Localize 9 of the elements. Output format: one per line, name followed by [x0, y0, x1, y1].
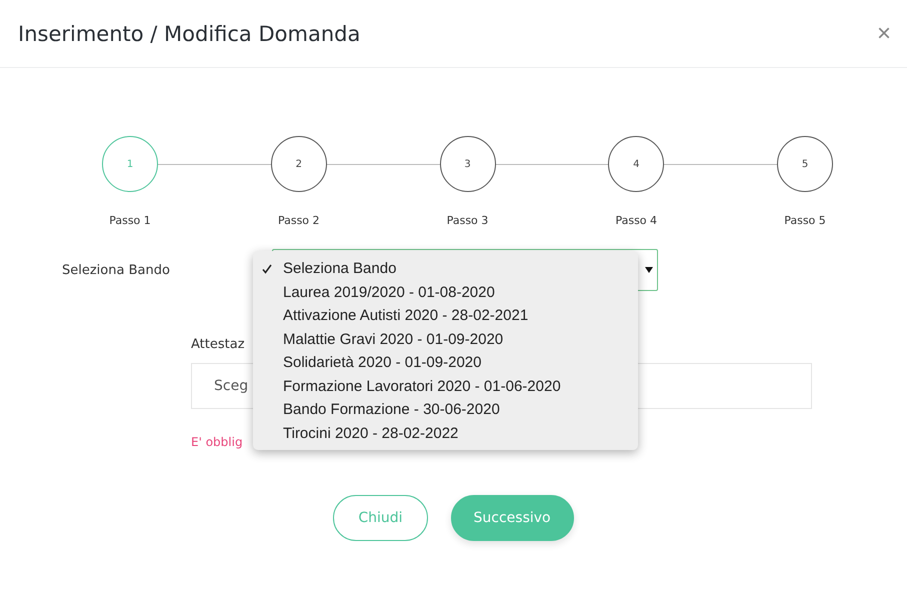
- step-label: Passo 2: [278, 214, 320, 227]
- step-label: Passo 3: [446, 214, 488, 227]
- field-label: Attestaz: [191, 337, 245, 352]
- step-label: Passo 5: [784, 214, 826, 227]
- error-message: E' obblig: [191, 435, 244, 449]
- step-label: Passo 4: [615, 214, 658, 227]
- dialog-title: Inserimento / Modifica Domanda: [18, 22, 360, 46]
- field-label: Seleziona Bando: [62, 262, 171, 278]
- step-label: Passo 1: [109, 214, 151, 227]
